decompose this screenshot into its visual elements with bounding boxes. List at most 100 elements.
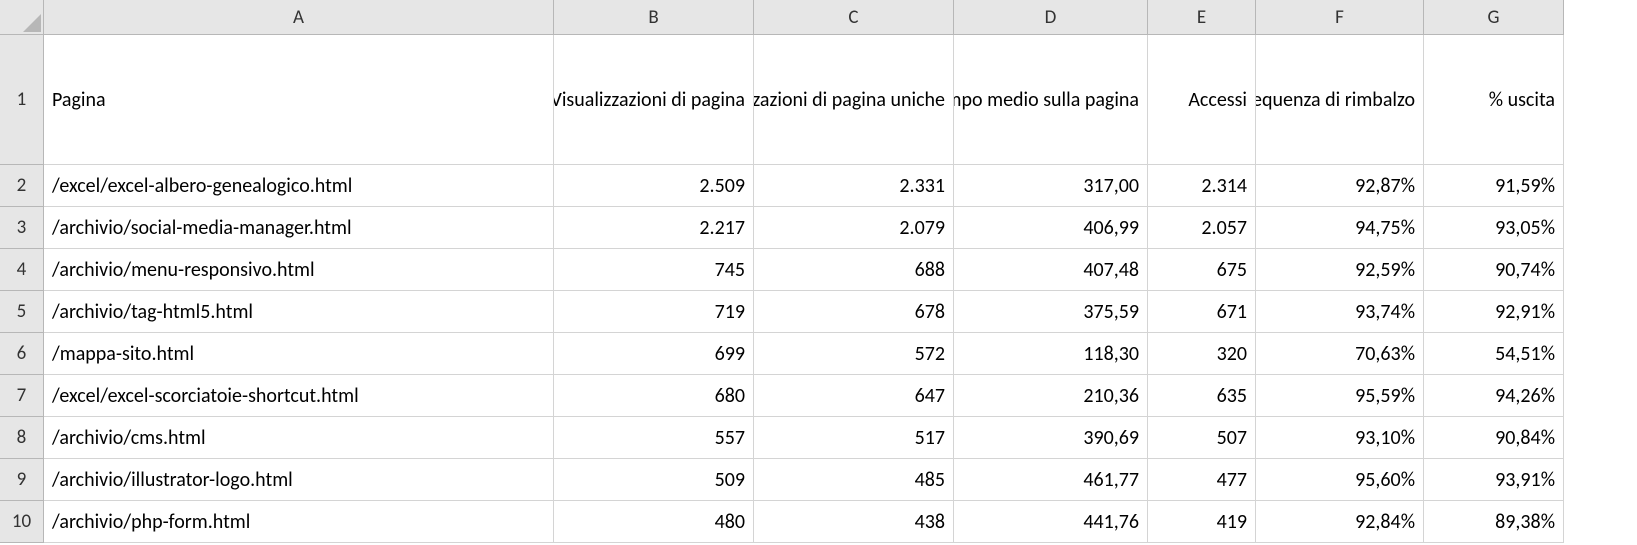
cell-C3[interactable]: 2.079 (754, 207, 954, 249)
cell-C7[interactable]: 647 (754, 375, 954, 417)
cell-value: 93,10% (1355, 426, 1415, 450)
cell-B10[interactable]: 480 (554, 501, 754, 543)
cell-D9[interactable]: 461,77 (954, 459, 1148, 501)
cell-C9[interactable]: 485 (754, 459, 954, 501)
cell-value: 320 (1217, 342, 1247, 366)
cell-A4[interactable]: /archivio/menu-responsivo.html (44, 249, 554, 291)
row-header-3[interactable]: 3 (0, 207, 44, 249)
cell-B1[interactable]: Visualizzazioni di pagina (554, 35, 754, 165)
cell-value: 93,91% (1495, 468, 1555, 492)
cell-E7[interactable]: 635 (1148, 375, 1256, 417)
row-header-9[interactable]: 9 (0, 459, 44, 501)
cell-C4[interactable]: 688 (754, 249, 954, 291)
cell-D5[interactable]: 375,59 (954, 291, 1148, 333)
cell-F3[interactable]: 94,75% (1256, 207, 1424, 249)
row-header-1[interactable]: 1 (0, 35, 44, 165)
row-header-2[interactable]: 2 (0, 165, 44, 207)
cell-D10[interactable]: 441,76 (954, 501, 1148, 543)
cell-value: 93,74% (1355, 300, 1415, 324)
cell-A3[interactable]: /archivio/social-media-manager.html (44, 207, 554, 249)
cell-G10[interactable]: 89,38% (1424, 501, 1564, 543)
cell-A8[interactable]: /archivio/cms.html (44, 417, 554, 459)
cell-A5[interactable]: /archivio/tag-html5.html (44, 291, 554, 333)
cell-D2[interactable]: 317,00 (954, 165, 1148, 207)
cell-B6[interactable]: 699 (554, 333, 754, 375)
cell-G3[interactable]: 93,05% (1424, 207, 1564, 249)
cell-G1[interactable]: % uscita (1424, 35, 1564, 165)
cell-value: 390,69 (1083, 426, 1139, 450)
cell-value: 90,74% (1495, 258, 1555, 282)
row-header-8[interactable]: 8 (0, 417, 44, 459)
cell-C5[interactable]: 678 (754, 291, 954, 333)
cell-F6[interactable]: 70,63% (1256, 333, 1424, 375)
cell-F10[interactable]: 92,84% (1256, 501, 1424, 543)
column-header-D[interactable]: D (954, 0, 1148, 35)
cell-B7[interactable]: 680 (554, 375, 754, 417)
cell-A10[interactable]: /archivio/php-form.html (44, 501, 554, 543)
row-header-7[interactable]: 7 (0, 375, 44, 417)
cell-G6[interactable]: 54,51% (1424, 333, 1564, 375)
cell-A7[interactable]: /excel/excel-scorciatoie-shortcut.html (44, 375, 554, 417)
row-header-10[interactable]: 10 (0, 501, 44, 543)
cell-B3[interactable]: 2.217 (554, 207, 754, 249)
cell-A1[interactable]: Pagina (44, 35, 554, 165)
cell-D7[interactable]: 210,36 (954, 375, 1148, 417)
cell-F8[interactable]: 93,10% (1256, 417, 1424, 459)
cell-C10[interactable]: 438 (754, 501, 954, 543)
column-header-A[interactable]: A (44, 0, 554, 35)
cell-G4[interactable]: 90,74% (1424, 249, 1564, 291)
cell-F7[interactable]: 95,59% (1256, 375, 1424, 417)
cell-G8[interactable]: 90,84% (1424, 417, 1564, 459)
spreadsheet-grid[interactable]: A B C D E F G 1 Pagina Visualizzazioni d… (0, 0, 1637, 543)
cell-B8[interactable]: 557 (554, 417, 754, 459)
cell-A2[interactable]: /excel/excel-albero-genealogico.html (44, 165, 554, 207)
column-header-B[interactable]: B (554, 0, 754, 35)
cell-D8[interactable]: 390,69 (954, 417, 1148, 459)
cell-F5[interactable]: 93,74% (1256, 291, 1424, 333)
column-header-G[interactable]: G (1424, 0, 1564, 35)
cell-E9[interactable]: 477 (1148, 459, 1256, 501)
cell-G9[interactable]: 93,91% (1424, 459, 1564, 501)
cell-E8[interactable]: 507 (1148, 417, 1256, 459)
cell-G7[interactable]: 94,26% (1424, 375, 1564, 417)
cell-C6[interactable]: 572 (754, 333, 954, 375)
column-header-F[interactable]: F (1256, 0, 1424, 35)
cell-E5[interactable]: 671 (1148, 291, 1256, 333)
cell-F4[interactable]: 92,59% (1256, 249, 1424, 291)
select-all-corner[interactable] (0, 0, 44, 35)
cell-B2[interactable]: 2.509 (554, 165, 754, 207)
cell-value: 92,87% (1355, 174, 1415, 198)
row-header-4[interactable]: 4 (0, 249, 44, 291)
cell-D3[interactable]: 406,99 (954, 207, 1148, 249)
cell-E6[interactable]: 320 (1148, 333, 1256, 375)
cell-F2[interactable]: 92,87% (1256, 165, 1424, 207)
cell-value: 647 (915, 384, 945, 408)
cell-A9[interactable]: /archivio/illustrator-logo.html (44, 459, 554, 501)
cell-G2[interactable]: 91,59% (1424, 165, 1564, 207)
cell-C8[interactable]: 517 (754, 417, 954, 459)
cell-value: 688 (915, 258, 945, 282)
cell-D4[interactable]: 407,48 (954, 249, 1148, 291)
cell-E1[interactable]: Accessi (1148, 35, 1256, 165)
row-header-6[interactable]: 6 (0, 333, 44, 375)
row-header-5[interactable]: 5 (0, 291, 44, 333)
column-header-E[interactable]: E (1148, 0, 1256, 35)
cell-F1[interactable]: Frequenza di rimbalzo (1256, 35, 1424, 165)
cell-value: 557 (715, 426, 745, 450)
cell-C2[interactable]: 2.331 (754, 165, 954, 207)
cell-B4[interactable]: 745 (554, 249, 754, 291)
cell-A6[interactable]: /mappa-sito.html (44, 333, 554, 375)
cell-E4[interactable]: 675 (1148, 249, 1256, 291)
cell-B9[interactable]: 509 (554, 459, 754, 501)
cell-E10[interactable]: 419 (1148, 501, 1256, 543)
column-header-C[interactable]: C (754, 0, 954, 35)
cell-E2[interactable]: 2.314 (1148, 165, 1256, 207)
cell-E3[interactable]: 2.057 (1148, 207, 1256, 249)
cell-value: 92,91% (1495, 300, 1555, 324)
cell-C1[interactable]: Visualizzazioni di pagina uniche (754, 35, 954, 165)
cell-F9[interactable]: 95,60% (1256, 459, 1424, 501)
cell-B5[interactable]: 719 (554, 291, 754, 333)
cell-D1[interactable]: Tempo medio sulla pagina (954, 35, 1148, 165)
cell-G5[interactable]: 92,91% (1424, 291, 1564, 333)
cell-D6[interactable]: 118,30 (954, 333, 1148, 375)
